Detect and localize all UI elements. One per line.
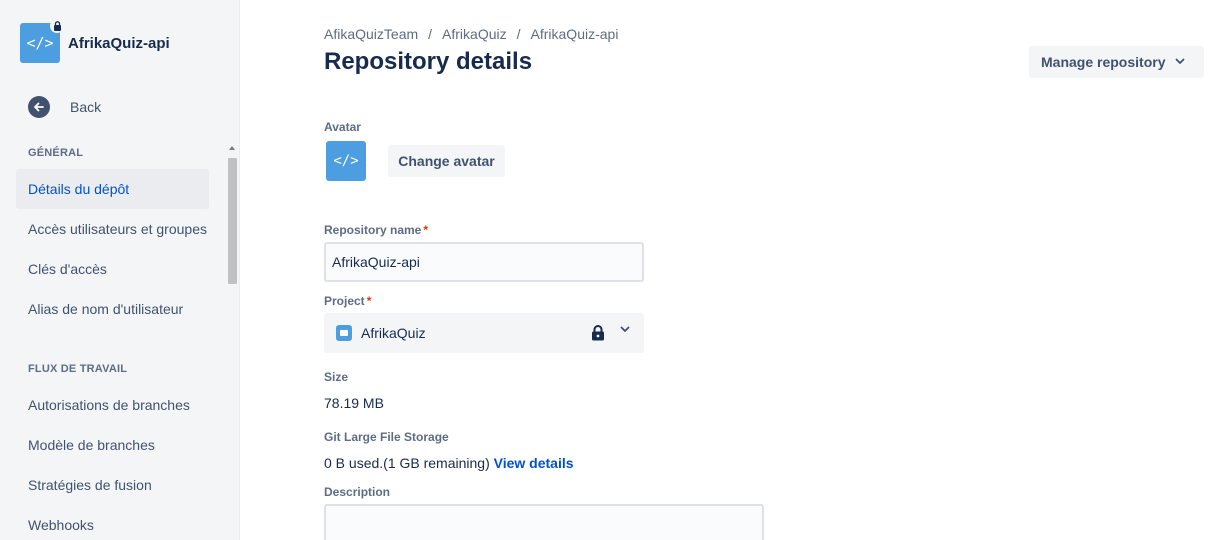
sidebar-item-webhooks[interactable]: Webhooks (16, 505, 209, 540)
scroll-up-arrow-icon[interactable] (229, 146, 235, 150)
size-value: 78.19 MB (324, 395, 384, 411)
sidebar-item-merge-strategies[interactable]: Stratégies de fusion (16, 465, 209, 505)
repo-name-label-text: Repository name (324, 223, 422, 237)
section-title-general: GÉNÉRAL (28, 147, 84, 159)
page-title: Repository details (324, 48, 533, 75)
project-label-text: Project (324, 294, 365, 308)
repo-header[interactable]: </> AfrikaQuiz-api (20, 19, 170, 63)
lfs-usage: 0 B used.(1 GB remaining) (324, 455, 490, 471)
manage-repository-label: Manage repository (1041, 54, 1166, 70)
sidebar-scrollbar[interactable] (227, 144, 238, 540)
sidebar-item-username-aliases[interactable]: Alias de nom d'utilisateur (16, 289, 209, 329)
view-details-link[interactable]: View details (494, 455, 574, 471)
repo-name-input[interactable] (324, 242, 644, 282)
arrow-left-icon (28, 96, 50, 118)
sidebar-item-label: Accès utilisateurs et groupes (28, 221, 207, 237)
description-label: Description (324, 485, 391, 499)
lfs-label: Git Large File Storage (324, 430, 449, 444)
change-avatar-button[interactable]: Change avatar (388, 145, 505, 177)
sidebar-item-repository-details[interactable]: Détails du dépôt (16, 169, 209, 209)
lock-icon (50, 19, 64, 33)
lfs-value: 0 B used.(1 GB remaining) View details (324, 455, 574, 471)
repo-name: AfrikaQuiz-api (68, 34, 170, 52)
breadcrumb: AfikaQuizTeam / AfrikaQuiz / AfrikaQuiz-… (324, 26, 618, 42)
description-textarea[interactable] (324, 504, 764, 540)
folder-icon (336, 325, 352, 341)
avatar-label: Avatar (324, 120, 361, 134)
sidebar-item-label: Clés d'accès (28, 261, 107, 277)
sidebar-item-label: Stratégies de fusion (28, 477, 152, 493)
required-mark: * (366, 294, 372, 308)
project-selected-value: AfrikaQuiz (361, 325, 426, 341)
sidebar-item-label: Alias de nom d'utilisateur (28, 301, 184, 317)
project-label: Project * (324, 294, 371, 308)
back-label: Back (70, 99, 102, 115)
repo-name-label: Repository name * (324, 223, 428, 237)
scroll-thumb[interactable] (228, 158, 237, 284)
sidebar-item-label: Modèle de branches (28, 437, 155, 453)
chevron-down-icon (1175, 57, 1185, 68)
sidebar-item-label: Autorisations de branches (28, 397, 190, 413)
sidebar: </> AfrikaQuiz-api Back GÉNÉRAL Détails … (0, 0, 240, 540)
sidebar-item-branching-model[interactable]: Modèle de branches (16, 425, 209, 465)
repo-avatar-code-icon: </> (20, 19, 64, 63)
breadcrumb-separator: / (428, 26, 433, 42)
sidebar-item-branch-permissions[interactable]: Autorisations de branches (16, 385, 209, 425)
repo-avatar-code-icon: </> (326, 141, 366, 181)
manage-repository-button[interactable]: Manage repository (1029, 46, 1204, 78)
breadcrumb-team[interactable]: AfikaQuizTeam (324, 26, 418, 42)
back-button[interactable]: Back (28, 96, 101, 118)
size-label: Size (324, 370, 349, 384)
breadcrumb-project[interactable]: AfrikaQuiz (442, 26, 507, 42)
sidebar-item-access-keys[interactable]: Clés d'accès (16, 249, 209, 289)
chevron-down-icon (620, 325, 630, 336)
project-select[interactable]: AfrikaQuiz (324, 313, 644, 353)
sidebar-item-label: Détails du dépôt (28, 181, 130, 197)
breadcrumb-repo[interactable]: AfrikaQuiz-api (531, 26, 619, 42)
section-title-workflow: FLUX DE TRAVAIL (28, 363, 128, 375)
sidebar-item-user-group-access[interactable]: Accès utilisateurs et groupes (16, 209, 209, 249)
breadcrumb-separator: / (516, 26, 521, 42)
lock-icon (591, 325, 605, 346)
required-mark: * (423, 223, 429, 237)
sidebar-item-label: Webhooks (28, 517, 94, 533)
